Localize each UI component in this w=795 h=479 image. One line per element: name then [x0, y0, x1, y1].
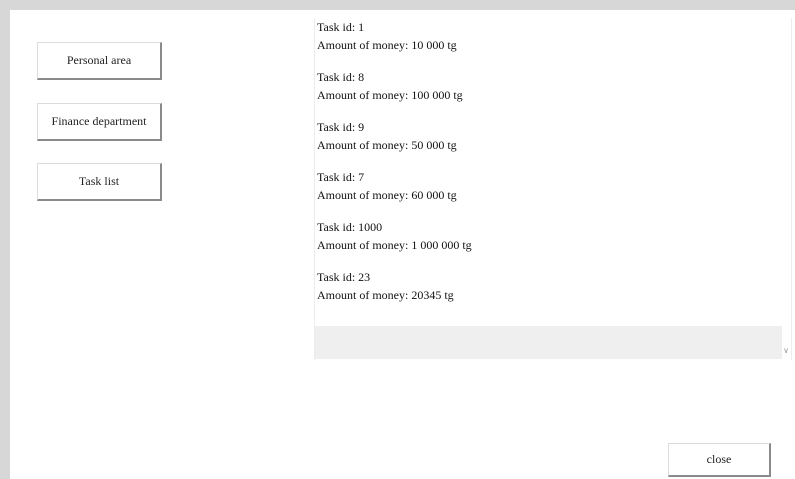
task-id-label: Task id: 9: [317, 120, 365, 134]
task-id-label: Task id: 1000: [317, 220, 383, 234]
task-id-label: Task id: 1: [317, 20, 365, 34]
task-item[interactable]: Task id: 8 Amount of money: 100 000 tg: [317, 68, 791, 104]
task-id-label: Task id: 7: [317, 170, 365, 184]
task-amount-label: Amount of money: 50 000 tg: [317, 138, 457, 152]
task-item[interactable]: Task id: 23 Amount of money: 20345 tg: [317, 268, 791, 304]
task-list-panel[interactable]: Task id: 1 Amount of money: 10 000 tg Ta…: [314, 18, 792, 360]
task-amount-label: Amount of money: 60 000 tg: [317, 188, 457, 202]
task-id-label: Task id: 8: [317, 70, 365, 84]
close-button[interactable]: close: [668, 443, 771, 477]
app-window: Personal area Finance department Task li…: [10, 10, 795, 479]
task-list: Task id: 1 Amount of money: 10 000 tg Ta…: [315, 18, 791, 304]
task-amount-label: Amount of money: 1 000 000 tg: [317, 238, 472, 252]
list-footer-area: [315, 326, 782, 359]
personal-area-button[interactable]: Personal area: [37, 42, 162, 80]
finance-department-button[interactable]: Finance department: [37, 103, 162, 141]
scroll-down-icon[interactable]: ∨: [783, 346, 789, 355]
task-id-label: Task id: 23: [317, 270, 371, 284]
task-amount-label: Amount of money: 20345 tg: [317, 288, 454, 302]
task-item[interactable]: Task id: 1 Amount of money: 10 000 tg: [317, 18, 791, 54]
task-item[interactable]: Task id: 9 Amount of money: 50 000 tg: [317, 118, 791, 154]
task-item[interactable]: Task id: 1000 Amount of money: 1 000 000…: [317, 218, 791, 254]
task-amount-label: Amount of money: 100 000 tg: [317, 88, 463, 102]
task-list-button[interactable]: Task list: [37, 163, 162, 201]
task-amount-label: Amount of money: 10 000 tg: [317, 38, 457, 52]
task-item[interactable]: Task id: 7 Amount of money: 60 000 tg: [317, 168, 791, 204]
